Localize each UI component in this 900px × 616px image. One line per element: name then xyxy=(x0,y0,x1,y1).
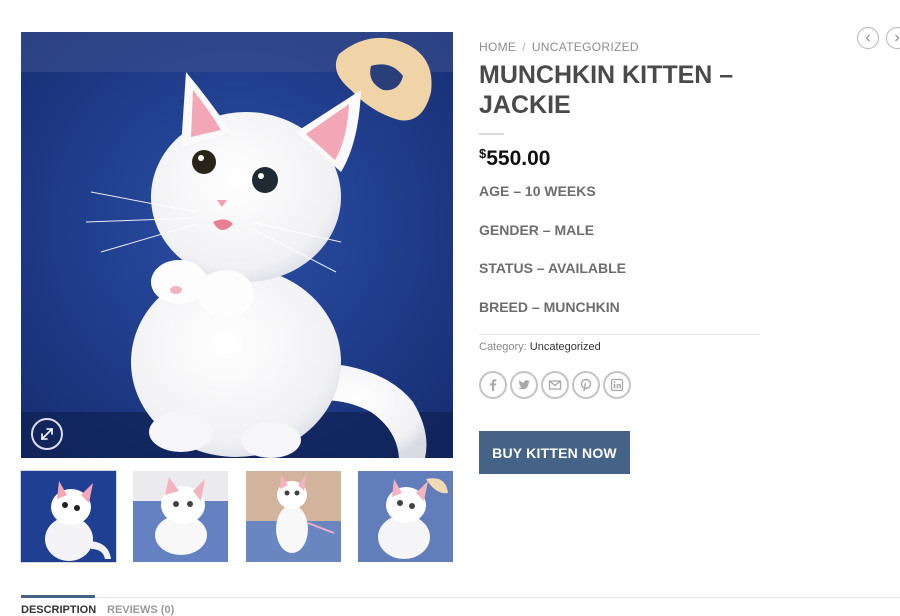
zoom-button[interactable] xyxy=(31,418,63,450)
product-title: MUNCHKIN KITTEN – JACKIE xyxy=(479,61,734,119)
white-kitten-thumb-3 xyxy=(246,471,341,562)
thumbnail-1[interactable] xyxy=(20,470,117,563)
breadcrumb-separator: / xyxy=(522,40,526,54)
pinterest-icon xyxy=(580,378,592,392)
thumbnail-4[interactable] xyxy=(358,471,453,562)
price-amount: 550.00 xyxy=(486,147,551,170)
thumbnail-2[interactable] xyxy=(133,471,228,562)
expand-icon xyxy=(41,428,53,440)
chevron-left-icon xyxy=(865,34,870,42)
category-link[interactable]: Uncategorized xyxy=(530,341,601,353)
breadcrumb: HOME / UNCATEGORIZED xyxy=(479,40,639,54)
thumbnail-3[interactable] xyxy=(246,471,341,562)
product-nav xyxy=(857,27,900,51)
share-facebook-button[interactable] xyxy=(479,371,507,399)
category-label: Category: xyxy=(479,341,527,353)
share-twitter-button[interactable] xyxy=(510,371,538,399)
white-kitten-thumb-2 xyxy=(133,471,228,562)
facebook-icon xyxy=(490,379,497,391)
chevron-right-icon xyxy=(895,34,900,42)
active-tab-indicator xyxy=(21,595,95,598)
product-gender: GENDER – MALE xyxy=(479,222,595,238)
breadcrumb-home-link[interactable]: HOME xyxy=(479,40,516,54)
share-icons xyxy=(479,371,639,401)
meta-divider xyxy=(479,334,760,335)
prev-product-button[interactable] xyxy=(857,27,879,49)
tabs-divider xyxy=(21,597,900,598)
tab-reviews[interactable]: REVIEWS (0) xyxy=(107,604,174,616)
product-breed: BREED – MUNCHKIN xyxy=(479,299,620,315)
thumbnail-strip xyxy=(20,470,453,563)
product-main-image[interactable] xyxy=(21,32,453,458)
next-product-button[interactable] xyxy=(886,27,900,49)
share-linkedin-button[interactable] xyxy=(603,371,631,399)
share-pinterest-button[interactable] xyxy=(572,371,600,399)
share-email-button[interactable] xyxy=(541,371,569,399)
title-divider xyxy=(479,133,504,135)
tab-description[interactable]: DESCRIPTION xyxy=(21,604,96,616)
product-age: AGE – 10 WEEKS xyxy=(479,183,596,199)
product-status: STATUS – AVAILABLE xyxy=(479,260,626,276)
product-category: Category: Uncategorized xyxy=(479,341,601,353)
white-kitten-thumb-1 xyxy=(21,471,116,562)
email-icon xyxy=(548,380,562,390)
buy-kitten-button[interactable]: BUY KITTEN NOW xyxy=(479,431,630,474)
white-kitten-photo xyxy=(21,32,453,458)
white-kitten-thumb-4 xyxy=(358,471,453,562)
breadcrumb-category-link[interactable]: UNCATEGORIZED xyxy=(532,40,639,54)
twitter-icon xyxy=(518,380,530,390)
linkedin-icon xyxy=(610,378,624,392)
product-price: $550.00 xyxy=(479,146,550,171)
